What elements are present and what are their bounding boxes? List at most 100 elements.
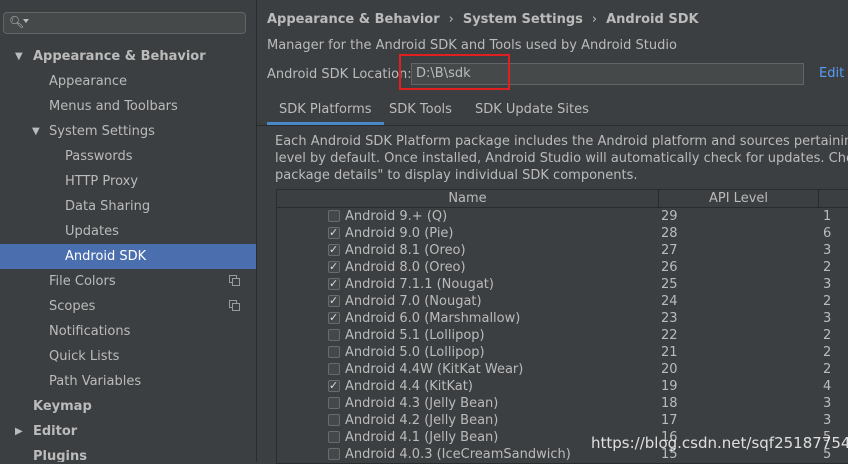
revision: 3: [823, 396, 832, 411]
platform-checkbox[interactable]: [328, 346, 340, 358]
sidebar-item[interactable]: Data Sharing: [0, 194, 256, 219]
sidebar-item-label: Scopes: [49, 299, 96, 314]
revision: 6: [823, 226, 832, 241]
sidebar-item-label: Passwords: [65, 149, 133, 164]
sidebar-item[interactable]: Path Variables: [0, 369, 256, 394]
sidebar-item[interactable]: Keymap: [0, 394, 256, 419]
description-line: level by default. Once installed, Androi…: [275, 151, 848, 166]
platform-checkbox[interactable]: [328, 448, 340, 460]
sidebar-item[interactable]: ▶ Editor: [0, 419, 256, 444]
sidebar-item-label: File Colors: [49, 274, 116, 289]
platform-name: Android 7.0 (Nougat): [345, 294, 482, 309]
table-row[interactable]: Android 4.3 (Jelly Bean) 18 3: [277, 395, 848, 412]
page-description: Manager for the Android SDK and Tools us…: [267, 38, 677, 53]
api-level: 24: [661, 294, 678, 309]
revision: 3: [823, 311, 832, 326]
sidebar-item[interactable]: ▼ Appearance & Behavior: [0, 44, 256, 69]
sidebar-item[interactable]: Quick Lists: [0, 344, 256, 369]
collapse-arrow-icon[interactable]: ▶: [15, 419, 23, 444]
settings-search-input[interactable]: 🔍︎: [3, 12, 246, 34]
sidebar-item[interactable]: Menus and Toolbars: [0, 94, 256, 119]
column-header-revision[interactable]: [819, 190, 848, 207]
sidebar-item-label: Appearance & Behavior: [33, 49, 206, 64]
table-row[interactable]: Android 7.1.1 (Nougat) 25 3: [277, 275, 848, 293]
breadcrumb-item: System Settings: [462, 12, 583, 27]
api-level: 17: [661, 413, 678, 428]
revision: 1: [823, 209, 832, 224]
table-row[interactable]: Android 5.1 (Lollipop) 22 2: [277, 327, 848, 344]
platform-checkbox[interactable]: [328, 377, 340, 394]
column-header-name[interactable]: Name: [277, 190, 659, 207]
sidebar-item-label: Plugins: [33, 449, 87, 462]
platform-checkbox[interactable]: [328, 363, 340, 375]
api-level: 27: [661, 243, 678, 258]
sidebar-item[interactable]: Android SDK: [0, 244, 256, 269]
platform-checkbox[interactable]: [328, 258, 340, 275]
sidebar-item-label: Data Sharing: [65, 199, 151, 214]
sdk-location-label: Android SDK Location:: [267, 67, 412, 82]
platform-checkbox[interactable]: [328, 431, 340, 443]
api-level: 28: [661, 226, 678, 241]
chevron-down-icon[interactable]: [23, 19, 29, 23]
project-scope-icon: [229, 275, 240, 286]
description-line: Each Android SDK Platform package includ…: [275, 134, 848, 149]
platform-name: Android 4.4W (KitKat Wear): [345, 362, 524, 377]
api-level: 21: [661, 345, 678, 360]
sdk-platforms-table: Name API Level Android 9.+ (Q)291 Android…: [276, 189, 848, 464]
sidebar-item[interactable]: Notifications: [0, 319, 256, 344]
expand-arrow-icon[interactable]: ▼: [32, 119, 40, 144]
sidebar-item[interactable]: Passwords: [0, 144, 256, 169]
revision: 2: [823, 260, 832, 275]
platform-checkbox[interactable]: [328, 414, 340, 426]
table-row[interactable]: Android 8.0 (Oreo) 26 2: [277, 258, 848, 276]
platform-name: Android 4.2 (Jelly Bean): [345, 413, 499, 428]
table-row[interactable]: Android 8.1 (Oreo) 27 3: [277, 241, 848, 259]
sidebar-item[interactable]: ▼ System Settings: [0, 119, 256, 144]
platform-name: Android 4.0.3 (IceCreamSandwich): [345, 447, 571, 462]
expand-arrow-icon[interactable]: ▼: [15, 44, 23, 69]
tab-sdk-update-sites[interactable]: SDK Update Sites: [463, 95, 601, 125]
sidebar-item[interactable]: File Colors: [0, 269, 256, 294]
table-row[interactable]: Android 4.4 (KitKat) 19 4: [277, 377, 848, 395]
sidebar-item-label: Editor: [33, 424, 78, 439]
api-level: 25: [661, 277, 678, 292]
platform-checkbox[interactable]: [328, 309, 340, 326]
table-row[interactable]: Android 5.0 (Lollipop) 21 2: [277, 344, 848, 361]
platform-checkbox[interactable]: [328, 210, 340, 222]
revision: 4: [823, 379, 832, 394]
table-header: Name API Level: [277, 190, 848, 208]
table-row[interactable]: Android 9.0 (Pie) 28 6: [277, 224, 848, 242]
platform-name: Android 8.1 (Oreo): [345, 243, 466, 258]
platform-checkbox[interactable]: [328, 292, 340, 309]
breadcrumb-separator-icon: ›: [591, 12, 598, 27]
sidebar-item[interactable]: Scopes: [0, 294, 256, 319]
platform-checkbox[interactable]: [328, 275, 340, 292]
table-row[interactable]: Android 6.0 (Marshmallow) 23 3: [277, 309, 848, 327]
sidebar-item[interactable]: Appearance: [0, 69, 256, 94]
table-row[interactable]: Android 4.2 (Jelly Bean) 17 3: [277, 412, 848, 429]
sidebar-item[interactable]: Updates: [0, 219, 256, 244]
platform-checkbox[interactable]: [328, 329, 340, 341]
breadcrumb-item: Appearance & Behavior: [267, 12, 440, 27]
api-level: 23: [661, 311, 678, 326]
column-header-api-level[interactable]: API Level: [659, 190, 819, 207]
platform-checkbox[interactable]: [328, 224, 340, 241]
table-row[interactable]: Android 4.4W (KitKat Wear) 20 2: [277, 361, 848, 378]
sidebar-item-label: HTTP Proxy: [65, 174, 139, 189]
breadcrumb-separator-icon: ›: [448, 12, 454, 27]
revision: 2: [823, 345, 832, 360]
sidebar-item[interactable]: HTTP Proxy: [0, 169, 256, 194]
tab-sdk-tools[interactable]: SDK Tools: [377, 95, 464, 125]
sidebar-item[interactable]: Plugins: [0, 444, 256, 462]
description-line: package details" to display individual S…: [275, 168, 638, 183]
edit-sdk-location-link[interactable]: Edit: [819, 66, 844, 81]
platform-checkbox[interactable]: [328, 397, 340, 409]
table-row[interactable]: Android 7.0 (Nougat) 24 2: [277, 292, 848, 310]
table-row[interactable]: Android 9.+ (Q) 29 1: [277, 208, 848, 225]
sidebar-item-label: Menus and Toolbars: [49, 99, 178, 114]
sidebar-item-label: Android SDK: [65, 249, 147, 264]
platform-checkbox[interactable]: [328, 241, 340, 258]
tab-sdk-platforms[interactable]: SDK Platforms: [267, 95, 384, 125]
tab-divider: [257, 125, 848, 126]
sidebar-item-label: Updates: [65, 224, 119, 239]
